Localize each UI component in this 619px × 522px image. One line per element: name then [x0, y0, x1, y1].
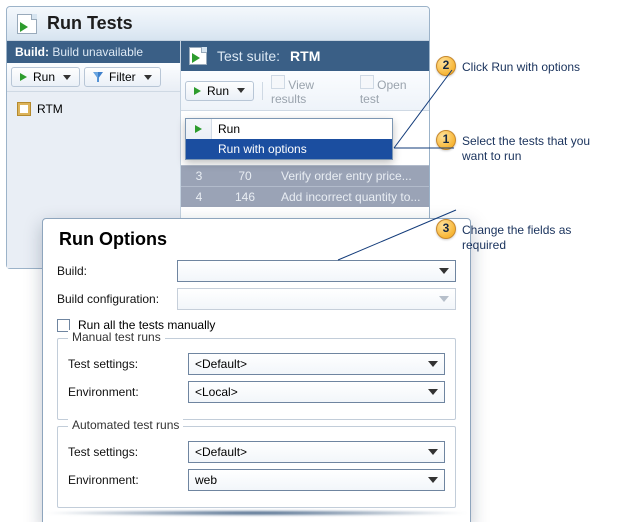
auto-legend: Automated test runs	[68, 418, 183, 432]
chevron-down-icon	[237, 88, 245, 93]
pane-toolbar: Run View results Open test	[181, 71, 429, 111]
manual-environment-combo[interactable]: <Local>	[188, 381, 445, 403]
sidebar-filter-button[interactable]: Filter	[84, 67, 161, 87]
chevron-down-icon	[63, 75, 71, 80]
sidebar-run-label: Run	[33, 70, 55, 84]
chevron-down-icon	[144, 75, 152, 80]
callout-text: Click Run with options	[462, 60, 580, 74]
auto-env-value: web	[195, 473, 217, 487]
manual-legend: Manual test runs	[68, 330, 165, 344]
buildcfg-field-label: Build configuration:	[57, 292, 177, 306]
play-icon	[20, 73, 27, 81]
separator	[262, 82, 263, 100]
run-dropdown-menu: Run Run with options	[185, 118, 393, 160]
tree-item-label: RTM	[37, 102, 63, 116]
build-configuration-combo	[177, 288, 456, 310]
build-value: Build unavailable	[52, 45, 143, 59]
manual-env-value: <Local>	[195, 385, 238, 399]
manual-env-label: Environment:	[68, 385, 188, 399]
test-grid: 3 70 Verify order entry price... 4 146 A…	[181, 165, 429, 207]
run-tests-app-icon	[17, 14, 37, 34]
titlebar: Run Tests	[7, 7, 429, 41]
open-icon	[360, 75, 374, 89]
pane-run-label: Run	[207, 84, 229, 98]
play-icon	[194, 87, 201, 95]
auto-settings-value: <Default>	[195, 445, 247, 459]
menu-item-label: Run	[218, 122, 240, 136]
menu-item-run[interactable]: Run	[186, 119, 392, 139]
dialog-title: Run Options	[59, 229, 456, 250]
cell-id: 146	[227, 190, 263, 204]
chevron-down-icon	[428, 389, 438, 395]
suite-header-icon	[189, 47, 207, 65]
run-options-dialog: Run Options Build: Build configuration: …	[42, 218, 471, 522]
menu-item-run-with-options[interactable]: Run with options	[186, 139, 392, 159]
pane-header: Test suite: RTM	[181, 41, 429, 71]
tree-item-rtm[interactable]: RTM	[13, 100, 174, 118]
cell-title: Add incorrect quantity to...	[281, 190, 421, 204]
cell-title: Verify order entry price...	[281, 169, 421, 183]
callouts: 2 Click Run with options 1 Select the te…	[440, 60, 610, 312]
funnel-icon	[93, 72, 103, 82]
play-icon	[195, 125, 202, 133]
callout-bubble: 2	[436, 56, 456, 76]
callout-bubble: 3	[436, 219, 456, 239]
chevron-down-icon	[428, 449, 438, 455]
build-field-label: Build:	[57, 264, 177, 278]
cell-n: 4	[189, 190, 209, 204]
dialog-shadow	[40, 510, 471, 516]
callout-2: 2 Click Run with options	[440, 60, 610, 76]
suite-name: RTM	[290, 48, 320, 64]
auto-environment-combo[interactable]: web	[188, 469, 445, 491]
window-title: Run Tests	[47, 13, 133, 34]
results-icon	[271, 75, 285, 89]
menu-item-label: Run with options	[218, 142, 307, 156]
callout-1: 1 Select the tests that you want to run	[440, 134, 610, 165]
auto-settings-label: Test settings:	[68, 445, 188, 459]
auto-test-settings-combo[interactable]: <Default>	[188, 441, 445, 463]
table-row[interactable]: 3 70 Verify order entry price...	[181, 165, 429, 186]
chevron-down-icon	[428, 477, 438, 483]
callout-3: 3 Change the fields as required	[440, 223, 610, 254]
automated-test-runs-group: Automated test runs Test settings: <Defa…	[57, 426, 456, 508]
manual-test-settings-combo[interactable]: <Default>	[188, 353, 445, 375]
auto-env-label: Environment:	[68, 473, 188, 487]
sidebar-filter-label: Filter	[109, 70, 136, 84]
open-test-button[interactable]: Open test	[360, 75, 425, 106]
build-strip: Build: Build unavailable	[7, 41, 180, 63]
suite-icon	[17, 102, 31, 116]
suite-label: Test suite:	[217, 48, 280, 64]
callout-text: Select the tests that you want to run	[462, 134, 590, 164]
chevron-down-icon	[428, 361, 438, 367]
manual-settings-label: Test settings:	[68, 357, 188, 371]
manual-settings-value: <Default>	[195, 357, 247, 371]
callout-bubble: 1	[436, 130, 456, 150]
sidebar-toolbar: Run Filter	[7, 63, 180, 92]
sidebar-run-button[interactable]: Run	[11, 67, 80, 87]
cell-id: 70	[227, 169, 263, 183]
pane-run-button[interactable]: Run	[185, 81, 254, 101]
callout-text: Change the fields as required	[462, 223, 571, 253]
build-combo[interactable]	[177, 260, 456, 282]
build-label: Build:	[15, 45, 49, 59]
cell-n: 3	[189, 169, 209, 183]
manual-test-runs-group: Manual test runs Test settings: <Default…	[57, 338, 456, 420]
view-results-button[interactable]: View results	[271, 75, 348, 106]
table-row[interactable]: 4 146 Add incorrect quantity to...	[181, 186, 429, 207]
